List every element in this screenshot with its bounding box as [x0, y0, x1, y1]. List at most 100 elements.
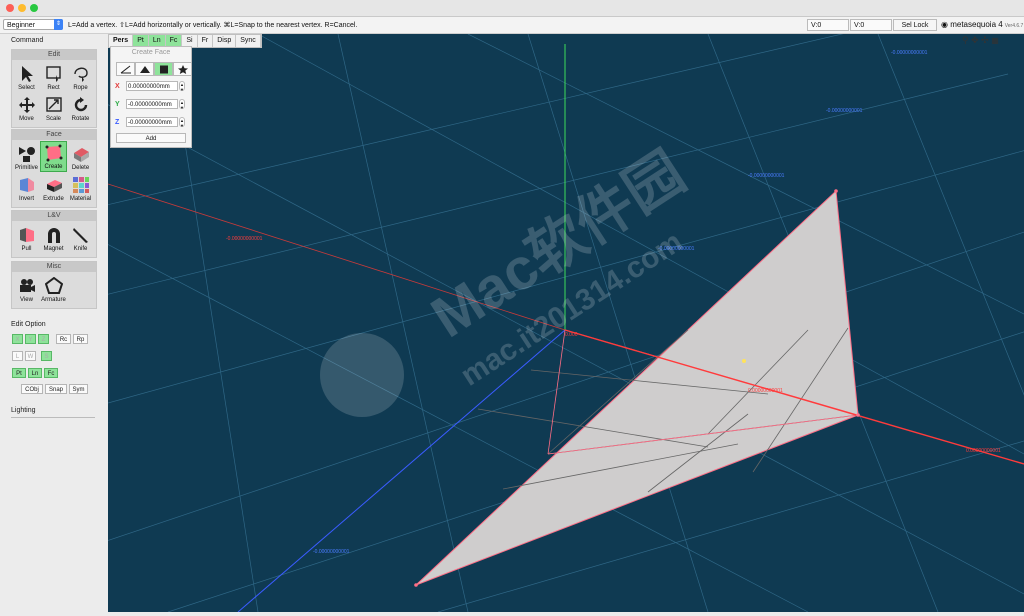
zoom-icon[interactable]: ⚲ [962, 35, 969, 45]
shape-square-button[interactable] [154, 62, 173, 76]
magnet-tool[interactable]: Magnet [40, 222, 67, 253]
vertex-top[interactable] [834, 189, 838, 193]
select-tool[interactable]: Select [13, 61, 40, 92]
view-nav-tools: ⚲ ✥ ✣ ▦ [962, 35, 999, 46]
material-grid-icon [72, 177, 89, 193]
camera-icon [19, 279, 35, 292]
vertex-count-1: V:0 [807, 19, 849, 31]
rotate-tool[interactable]: Rotate [67, 92, 94, 123]
invert-tool[interactable]: Invert [13, 172, 40, 203]
line-toggle[interactable]: Ln [28, 368, 42, 378]
rope-tool[interactable]: Rope [67, 61, 94, 92]
chevron-updown-icon: ⇕ [54, 19, 63, 30]
square-icon [159, 65, 168, 73]
point-toggle[interactable]: Pt [12, 368, 26, 378]
sym-toggle[interactable]: Sym [69, 384, 88, 394]
create-tool[interactable]: Create [40, 141, 67, 172]
mode-select[interactable]: Beginner ⇕ [3, 19, 63, 30]
pan-icon[interactable]: ✥ [971, 35, 979, 45]
tool-label: Scale [45, 116, 61, 122]
knife-tool[interactable]: Knife [67, 222, 94, 253]
edit-option-label: Edit Option [11, 321, 46, 328]
create-face-icon [45, 144, 62, 162]
axis-x-toggle[interactable]: X [12, 334, 23, 344]
screen-toggle[interactable]: S [41, 351, 52, 361]
x-coordinate-row: X 0.00000000mm ▲ ▼ [115, 80, 185, 92]
misc-group-title: Misc [12, 262, 96, 272]
lv-group: L&V Pull Magnet Knife [11, 210, 97, 258]
tool-label: Magnet [43, 246, 64, 252]
minimize-window-button[interactable] [18, 4, 26, 12]
world-toggle[interactable]: W [25, 351, 36, 361]
shape-star-button[interactable] [173, 62, 192, 76]
lv-group-title: L&V [12, 211, 96, 221]
scale-tool[interactable]: Scale [40, 92, 67, 123]
x-stepper[interactable]: ▲ ▼ [179, 81, 185, 92]
face-shape-selector [116, 62, 192, 76]
local-toggle[interactable]: L [12, 351, 23, 361]
vertex-coord-label: 0.00000000001 [748, 388, 783, 394]
face-toggle[interactable]: Fc [44, 368, 58, 378]
close-window-button[interactable] [6, 4, 14, 12]
snap-toggle[interactable]: Snap [45, 384, 67, 394]
z-stepper[interactable]: ▲ ▼ [179, 117, 185, 128]
edit-group: Edit Select Rect Rope Move Scale Rotate [11, 49, 97, 128]
y-stepper[interactable]: ▲ ▼ [179, 99, 185, 110]
delete-tool[interactable]: Delete [67, 141, 94, 172]
zoom-window-button[interactable] [30, 4, 38, 12]
quad-view-icon[interactable]: ▦ [991, 36, 999, 45]
sel-lock-button[interactable]: Sel Lock [893, 19, 937, 31]
vertex-right[interactable] [856, 413, 860, 417]
add-vertex-button[interactable]: Add [116, 133, 186, 143]
tab-disp[interactable]: Disp [213, 35, 237, 47]
z-axis-label: Z [115, 118, 120, 126]
command-label: Command [11, 37, 44, 44]
tool-label: Extrude [43, 196, 64, 202]
lasso-icon [73, 67, 88, 82]
logo-icon: ◉ [941, 20, 948, 29]
primitive-shapes-icon [18, 147, 35, 162]
material-tool[interactable]: Material [67, 172, 94, 203]
tool-label: Pull [21, 246, 32, 252]
lighting-label: Lighting [11, 407, 36, 414]
cobj-toggle[interactable]: CObj [21, 384, 43, 394]
face-group: Face Primitive Create Delete Invert Extr… [11, 129, 97, 208]
shape-line-button[interactable] [116, 62, 135, 76]
knife-icon [72, 228, 88, 243]
angle-line-icon [120, 65, 131, 73]
z-coordinate-input[interactable]: -0.00000000mm [126, 117, 178, 127]
axis-y-toggle[interactable]: Y [25, 334, 36, 344]
tab-fr[interactable]: Fr [198, 35, 214, 47]
extrude-tool[interactable]: Extrude [40, 172, 67, 203]
tool-label: Armature [41, 297, 66, 303]
x-axis-label: X [115, 82, 120, 90]
window-titlebar [0, 0, 1024, 17]
rect-tool[interactable]: Rect [40, 61, 67, 92]
armature-tool[interactable]: Armature [40, 273, 67, 304]
tool-label: Material [69, 196, 92, 202]
rc-toggle[interactable]: Rc [56, 334, 71, 344]
y-coordinate-input[interactable]: -0.00000000mm [126, 99, 178, 109]
armature-icon [44, 277, 63, 294]
tool-label: Move [19, 116, 34, 122]
tool-label: View [20, 297, 33, 303]
pull-tool[interactable]: Pull [13, 222, 40, 253]
tab-sync[interactable]: Sync [236, 35, 261, 47]
tool-label: Rotate [71, 116, 90, 122]
top-toolbar: Beginner ⇕ L=Add a vertex. ⇧L=Add horizo… [0, 17, 1024, 34]
x-coordinate-input[interactable]: 0.00000000mm [126, 81, 178, 91]
rp-toggle[interactable]: Rp [73, 334, 88, 344]
delete-face-icon [73, 148, 89, 162]
watermark-logo [320, 333, 404, 417]
axis-z-toggle[interactable]: Z [38, 334, 49, 344]
move-tool[interactable]: Move [13, 92, 40, 123]
view-tool[interactable]: View [13, 273, 40, 304]
vertex-bottom[interactable] [414, 583, 418, 587]
primitive-tool[interactable]: Primitive [13, 141, 40, 172]
shape-triangle-button[interactable] [135, 62, 154, 76]
red-left-label: -0.00000000001 [226, 236, 263, 242]
tool-label: Invert [18, 196, 34, 202]
rotate-view-icon[interactable]: ✣ [981, 35, 989, 45]
logo-text: metasequoia 4 [950, 20, 1003, 29]
y-coordinate-row: Y -0.00000000mm ▲ ▼ [115, 98, 185, 110]
